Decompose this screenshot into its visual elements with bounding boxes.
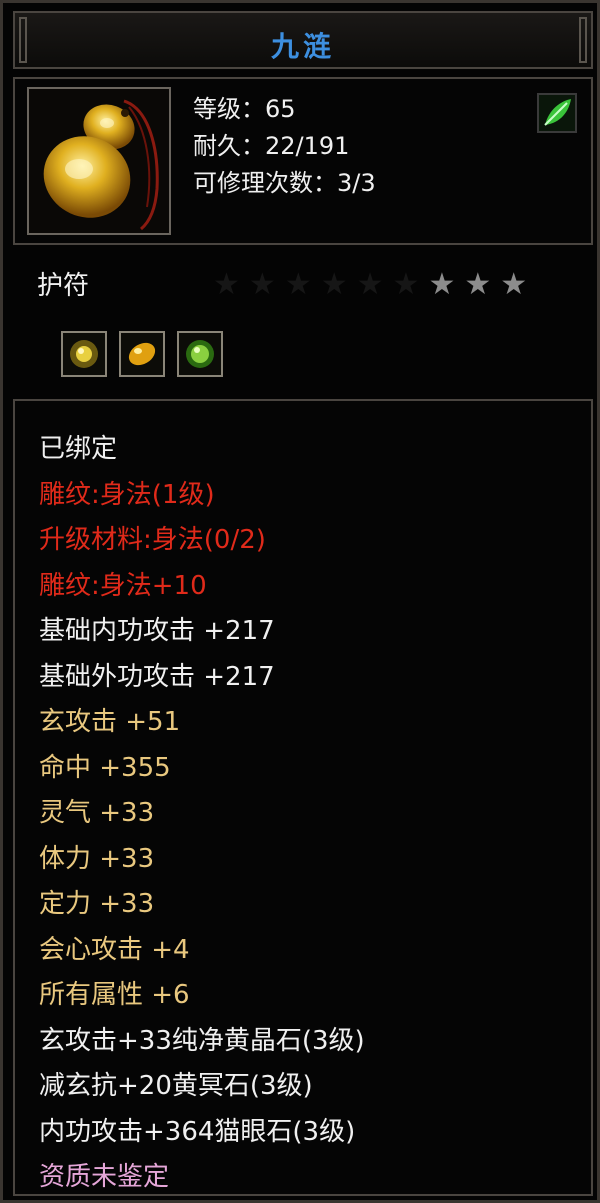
stat-line: 资质未鉴定 xyxy=(39,1162,170,1192)
star-lit-icon: ★ xyxy=(500,267,528,302)
stat-line: 基础外功攻击 +217 xyxy=(39,661,275,692)
star-unlit-icon: ★ xyxy=(213,267,240,302)
stat-line: 体力 +33 xyxy=(39,843,155,874)
stat-line: 命中 +355 xyxy=(39,752,171,783)
stat-line: 灵气 +33 xyxy=(39,798,155,828)
stat-line: 所有属性 +6 xyxy=(39,980,190,1010)
star-unlit-icon: ★ xyxy=(392,267,420,302)
stats-list: 已绑定雕纹:身法(1级) 升级材料:身法(0/2) 雕纹:身法+10 基础内功攻击 +… xyxy=(39,427,365,1201)
item-icon xyxy=(27,87,171,235)
stat-line: 升级材料:身法(0/2) xyxy=(39,525,266,555)
item-type: 护符 xyxy=(37,271,90,301)
stat-line: 基础内功攻击 +217 xyxy=(39,616,275,646)
green-cat-eye-gem-icon[interactable] xyxy=(177,331,223,377)
title-bar: 九涟 xyxy=(13,11,593,69)
star-lit-icon: ★ xyxy=(464,267,492,302)
stats-panel: 已绑定雕纹:身法(1级) 升级材料:身法(0/2) 雕纹:身法+10 基础内功攻击 +… xyxy=(13,399,593,1196)
star-unlit-icon: ★ xyxy=(320,267,348,302)
star-unlit-icon: ★ xyxy=(248,267,276,302)
stat-line: 减玄抗+20黄冥石(3级) xyxy=(39,1071,313,1101)
stat-line: 雕纹:身法(1级) xyxy=(39,479,215,510)
star-unlit-icon: ★ xyxy=(284,267,312,302)
gem-sockets xyxy=(61,331,223,377)
stat-line: 内功攻击+364猫眼石(3级) xyxy=(39,1116,356,1147)
stat-line: 玄攻击 +51 xyxy=(39,707,181,737)
amber-gourd-amulet-icon xyxy=(43,99,159,231)
stat-line: 已绑定 xyxy=(39,434,118,464)
item-tooltip: 九涟 等级：65 耐久：22/191 可修理次数：3/3 护符 ★ ★ ★ ★ … xyxy=(0,0,600,1203)
amber-stone-gem-icon[interactable] xyxy=(119,331,165,377)
yellow-crystal-gem-icon[interactable] xyxy=(61,331,107,377)
stat-line: 玄攻击+33纯净黄晶石(3级) xyxy=(39,1025,365,1056)
item-durability: 耐久：22/191 xyxy=(193,132,350,160)
star-unlit-icon: ★ xyxy=(356,267,384,302)
item-name: 九涟 xyxy=(270,30,335,63)
star-lit-icon: ★ xyxy=(428,267,456,302)
item-repair-count: 可修理次数：3/3 xyxy=(193,169,376,197)
stat-line: 定力 +33 xyxy=(39,889,155,919)
item-header-panel: 等级：65 耐久：22/191 可修理次数：3/3 xyxy=(13,77,593,245)
stat-line: 雕纹:身法+10 xyxy=(39,570,207,601)
item-info: 等级：65 耐久：22/191 可修理次数：3/3 xyxy=(193,91,376,202)
green-leaf-icon xyxy=(537,93,577,133)
enhancement-stars: ★ ★ ★ ★ ★ ★ ★ ★ ★ xyxy=(213,269,527,301)
item-level: 等级：65 xyxy=(193,95,296,123)
stat-line: 会心攻击 +4 xyxy=(39,934,190,965)
